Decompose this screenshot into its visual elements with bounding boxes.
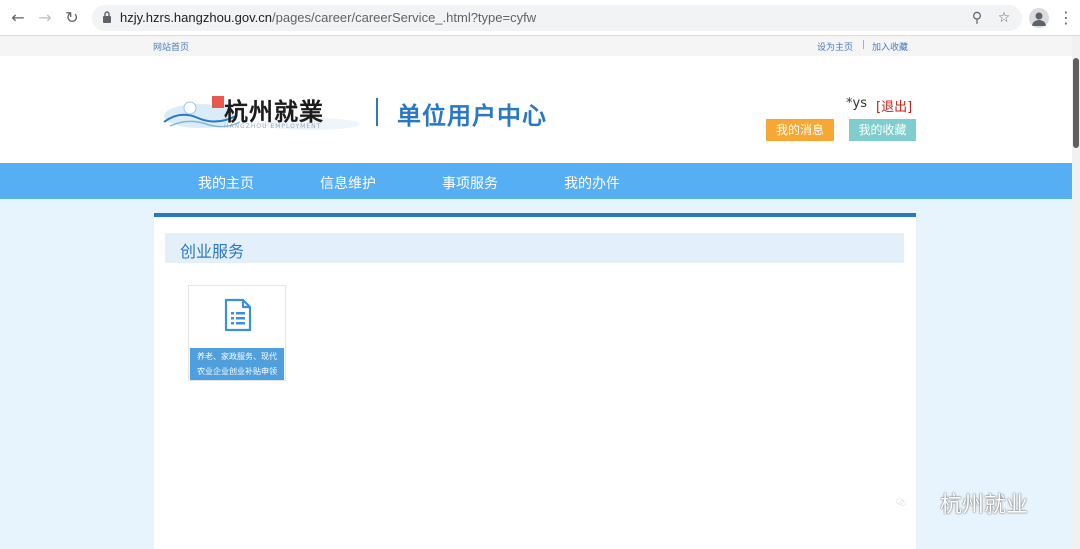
logo-subtitle: HANGZHOU EMPLOYMENT [224, 123, 322, 130]
lock-icon [103, 11, 111, 23]
scrollbar-thumb[interactable] [1073, 58, 1079, 148]
browser-toolbar: ← → ↻ hzjy.hzrs.hangzhou.gov.cn/pages/ca… [0, 0, 1080, 36]
service-card[interactable]: 养老、家政服务、现代 农业企业创业补贴申领 [188, 285, 286, 381]
bookmark-star-icon[interactable]: ☆ [995, 9, 1013, 27]
logout-link[interactable]: [退出] [876, 96, 912, 115]
browser-menu-icon[interactable]: ⋮ [1058, 8, 1074, 28]
section-title: 创业服务 [180, 242, 245, 261]
my-favorites-button[interactable]: 我的收藏 [849, 119, 916, 141]
section-header: 创业服务 [165, 233, 904, 263]
service-card-label-line1: 养老、家政服务、现代 [197, 352, 277, 361]
topbar-separator: | [862, 40, 866, 50]
wechat-icon [895, 498, 907, 506]
nav-item-home[interactable]: 我的主页 [198, 173, 254, 193]
page-scrollbar[interactable] [1072, 36, 1080, 549]
service-card-label: 养老、家政服务、现代 农业企业创业补贴申领 [190, 348, 284, 380]
set-homepage-link[interactable]: 设为主页 [817, 40, 853, 53]
forward-icon[interactable]: → [35, 8, 55, 28]
user-name: *ys [846, 96, 867, 111]
reload-icon[interactable]: ↻ [62, 8, 82, 28]
profile-avatar-icon[interactable] [1029, 8, 1049, 28]
site-home-link[interactable]: 网站首页 [153, 40, 189, 53]
content-panel: 创业服务 养老、家政服务、现代 农业企业创业补贴申领 [154, 213, 916, 549]
address-bar[interactable]: hzjy.hzrs.hangzhou.gov.cn/pages/career/c… [92, 5, 1022, 31]
zoom-icon[interactable]: ⚲ [968, 9, 986, 27]
my-messages-button[interactable]: 我的消息 [766, 119, 834, 141]
watermark-text: 杭州就业 [940, 493, 1029, 518]
document-list-icon [224, 298, 252, 332]
url-path: /pages/career/careerService_.html?type=c… [272, 10, 537, 25]
nav-item-services[interactable]: 事项服务 [442, 173, 498, 193]
logo-title: 杭州就業 [224, 97, 324, 126]
page-title: 单位用户中心 [397, 102, 547, 130]
main-nav: 我的主页 信息维护 事项服务 我的办件 [0, 163, 1072, 199]
site-header: 杭州就業 HANGZHOU EMPLOYMENT 单位用户中心 *ys [退出]… [0, 56, 1072, 163]
utility-bar: 网站首页 设为主页 | 加入收藏 [0, 36, 1072, 56]
url-host: hzjy.hzrs.hangzhou.gov.cn [120, 10, 272, 25]
header-divider [376, 98, 378, 126]
add-favorite-link[interactable]: 加入收藏 [872, 40, 908, 53]
service-card-label-line2: 农业企业创业补贴申领 [197, 367, 277, 376]
url-text: hzjy.hzrs.hangzhou.gov.cn/pages/career/c… [120, 10, 536, 25]
nav-item-my-cases[interactable]: 我的办件 [564, 173, 620, 193]
nav-item-info-maintenance[interactable]: 信息维护 [320, 173, 376, 193]
back-icon[interactable]: ← [8, 8, 28, 28]
